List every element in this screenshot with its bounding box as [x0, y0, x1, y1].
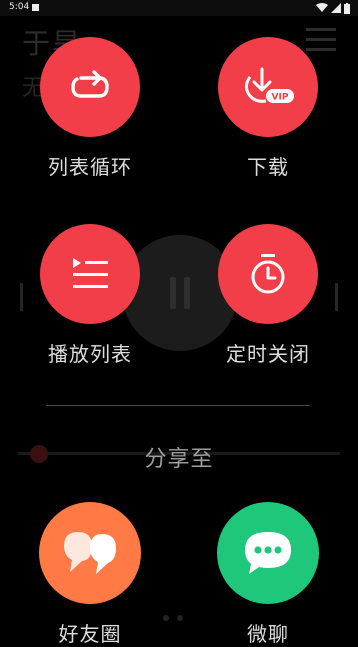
chat-circle[interactable] — [217, 502, 319, 604]
share-moments-button[interactable]: 好友圈 — [20, 502, 160, 647]
share-title: 分享至 — [144, 447, 214, 472]
more-options-sheet: 列表循环 VIP 下载 播放列表 定时关闭 分享至 好友圈 微聊 — [0, 0, 358, 646]
download-vip-icon: VIP — [244, 67, 294, 103]
sleep-timer-button[interactable]: 定时关闭 — [198, 224, 338, 367]
share-chat-button[interactable]: 微聊 — [198, 502, 338, 647]
repeat-mode-button[interactable]: 列表循环 — [20, 37, 160, 180]
timer-icon — [251, 254, 285, 294]
timer-circle[interactable] — [218, 224, 318, 324]
chat-label: 微聊 — [247, 622, 289, 646]
divider — [46, 405, 310, 406]
playlist-label: 播放列表 — [48, 342, 132, 366]
playlist-icon — [73, 258, 108, 288]
quote-bubbles-icon — [64, 532, 116, 574]
moments-circle[interactable] — [39, 502, 141, 604]
moments-label: 好友圈 — [58, 622, 122, 646]
download-label: 下载 — [247, 155, 289, 179]
download-circle[interactable]: VIP — [218, 37, 318, 137]
repeat-mode-label: 列表循环 — [48, 155, 132, 179]
playlist-circle[interactable] — [40, 224, 140, 324]
vip-badge: VIP — [272, 93, 289, 103]
chat-bubble-icon — [245, 532, 291, 574]
repeat-circle[interactable] — [40, 37, 140, 137]
playlist-button[interactable]: 播放列表 — [20, 224, 160, 367]
repeat-icon — [71, 70, 109, 98]
sleep-timer-label: 定时关闭 — [226, 342, 310, 366]
download-button[interactable]: VIP 下载 — [198, 37, 338, 180]
